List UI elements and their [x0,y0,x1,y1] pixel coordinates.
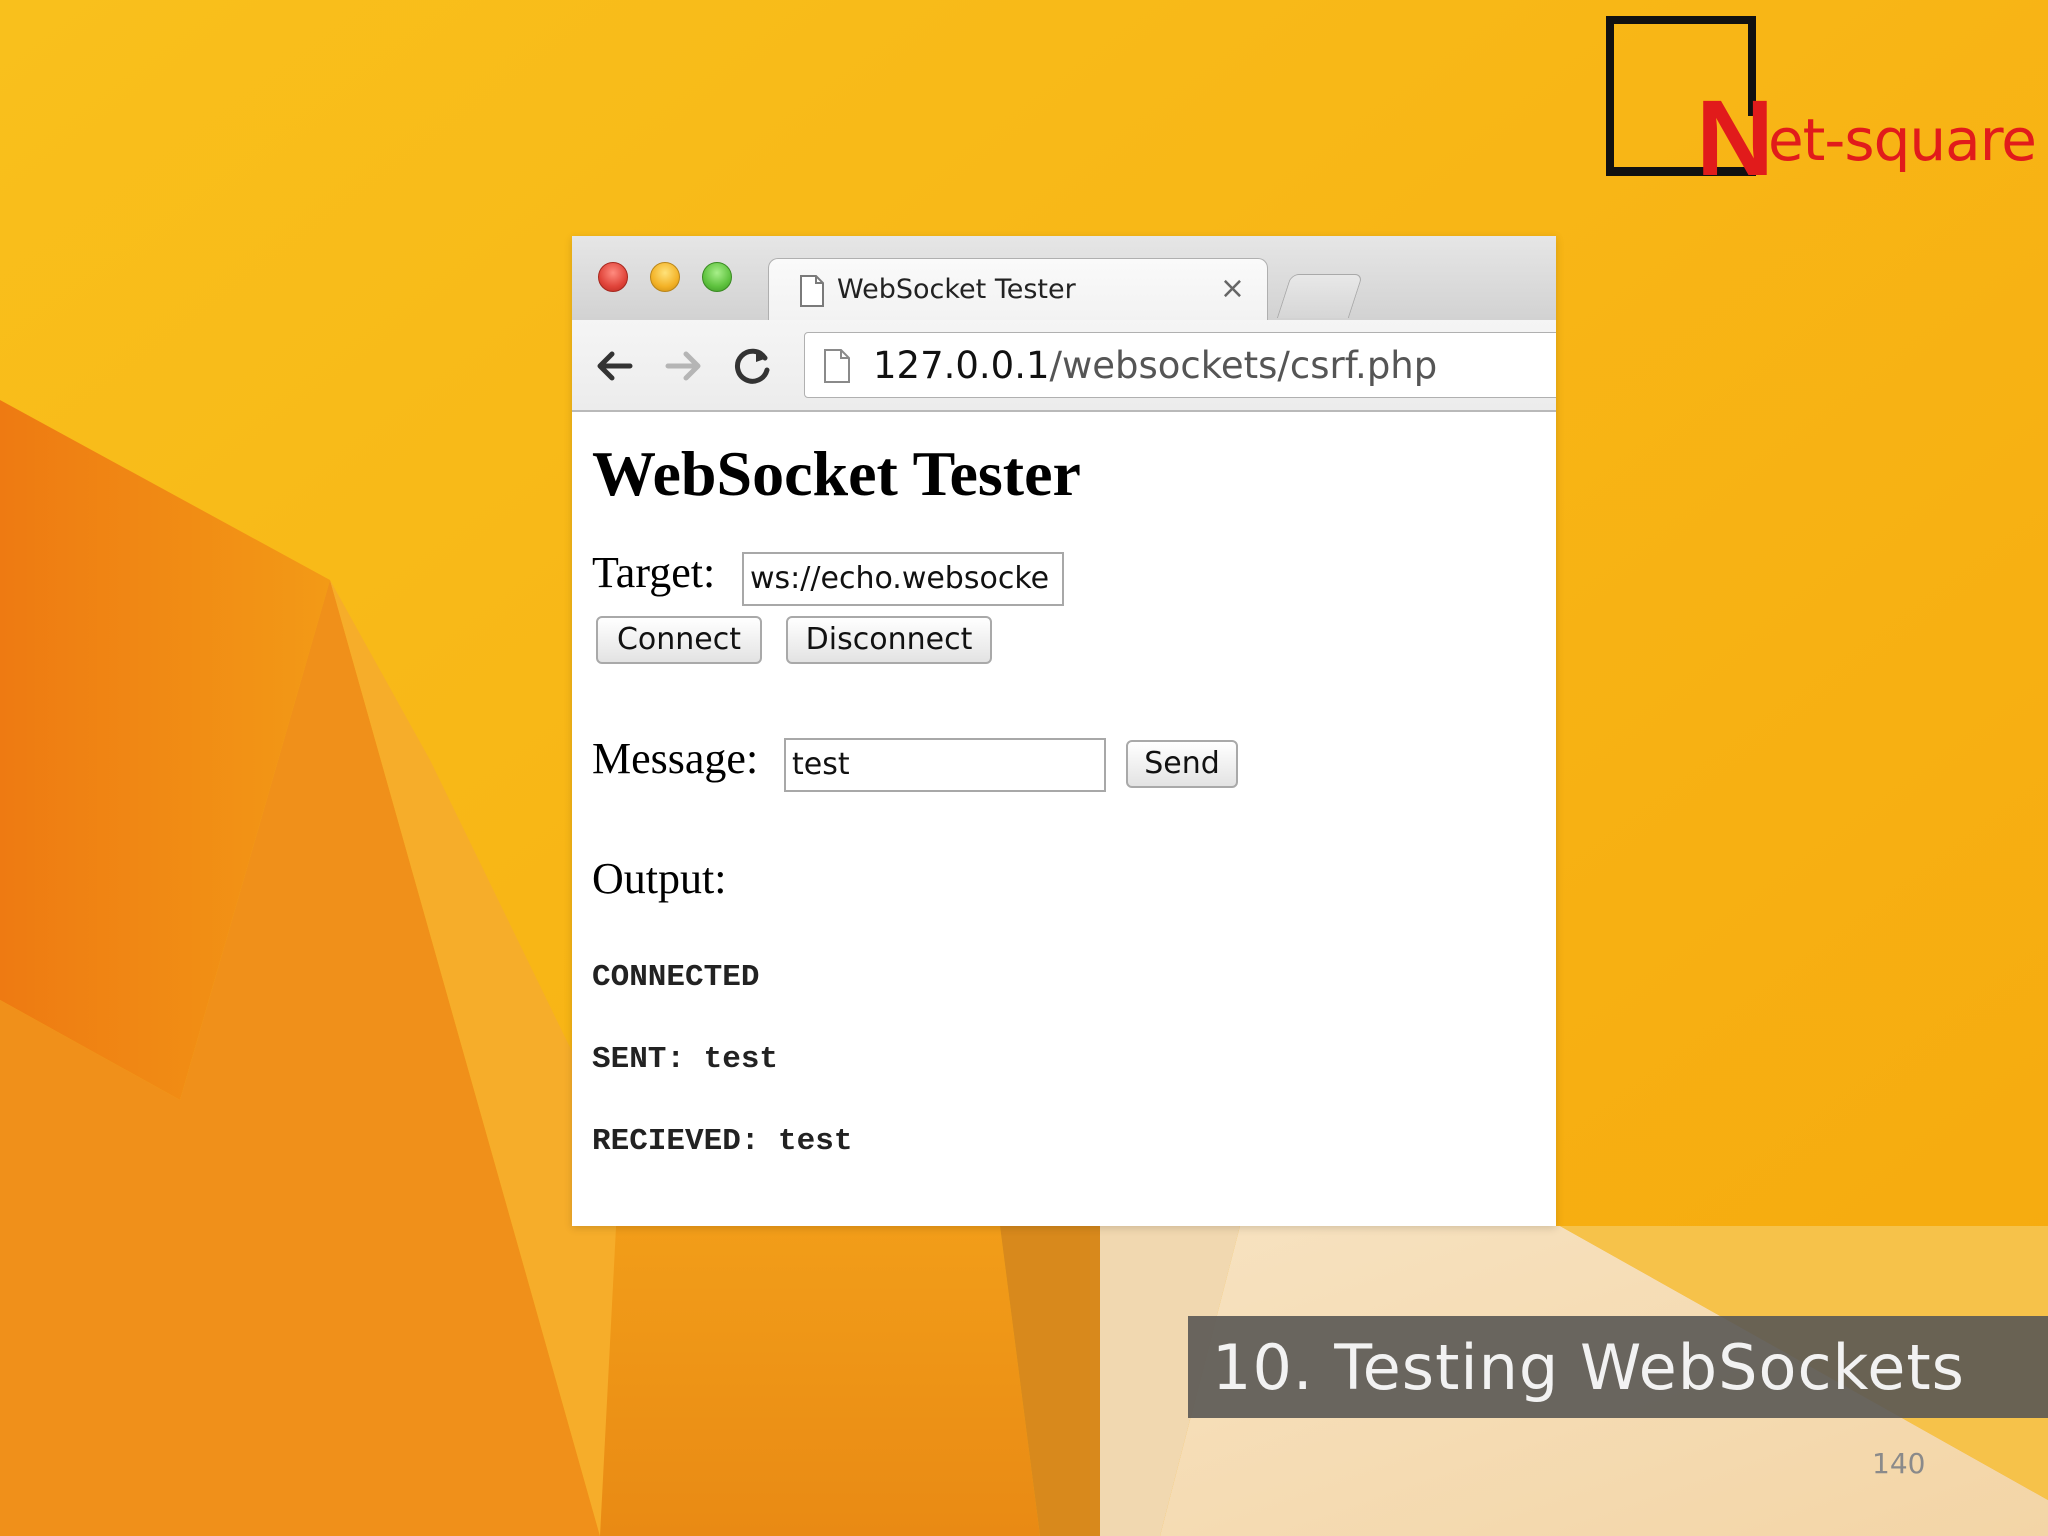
address-bar[interactable]: 127.0.0.1/websockets/csrf.php [804,332,1556,398]
page-icon [824,349,850,383]
close-window-button[interactable] [598,262,628,292]
navigation-toolbar: 127.0.0.1/websockets/csrf.php [572,320,1556,412]
minimize-window-button[interactable] [650,262,680,292]
new-tab-button[interactable] [1276,274,1364,318]
browser-window: WebSocket Tester × 127.0.0.1/websockets/… [572,236,1556,1226]
document-icon [800,275,824,307]
send-button[interactable]: Send [1126,740,1238,788]
page-content: WebSocket Tester Target: ws://echo.webso… [572,412,1556,1226]
output-line: CONNECTED [592,960,760,995]
output-label: Output: [592,854,727,903]
connect-button[interactable]: Connect [596,616,762,664]
target-label: Target: [592,548,716,597]
url-path: /websockets/csrf.php [1049,344,1438,387]
caption-text: 10. Testing WebSockets [1212,1331,1965,1404]
output-line: RECIEVED: test [592,1124,853,1159]
target-input[interactable]: ws://echo.websocke [742,552,1064,606]
message-input[interactable]: test [784,738,1106,792]
disconnect-button[interactable]: Disconnect [786,616,992,664]
net-square-logo: N et-square [1600,10,2048,198]
url-text: 127.0.0.1/websockets/csrf.php [873,345,1437,387]
tab-close-icon[interactable]: × [1220,269,1245,309]
message-label: Message: [592,734,759,783]
page-number: 140 [1872,1447,1926,1480]
title-bar: WebSocket Tester × [572,236,1556,322]
forward-arrow-icon[interactable] [660,342,708,390]
logo-text: et-square [1768,106,2037,174]
url-host: 127.0.0.1 [873,344,1050,387]
browser-tab[interactable]: WebSocket Tester × [768,258,1268,322]
tab-title: WebSocket Tester [837,274,1076,305]
output-line: SENT: test [592,1042,779,1077]
page-title: WebSocket Tester [592,438,1081,509]
back-arrow-icon[interactable] [590,342,638,390]
reload-icon[interactable] [728,342,776,390]
slide-caption: 10. Testing WebSockets [1188,1316,2048,1418]
slide: N et-square WebSocket Tester × 127.0.0.1… [0,0,2048,1536]
logo-letter: N [1696,77,1774,198]
zoom-window-button[interactable] [702,262,732,292]
